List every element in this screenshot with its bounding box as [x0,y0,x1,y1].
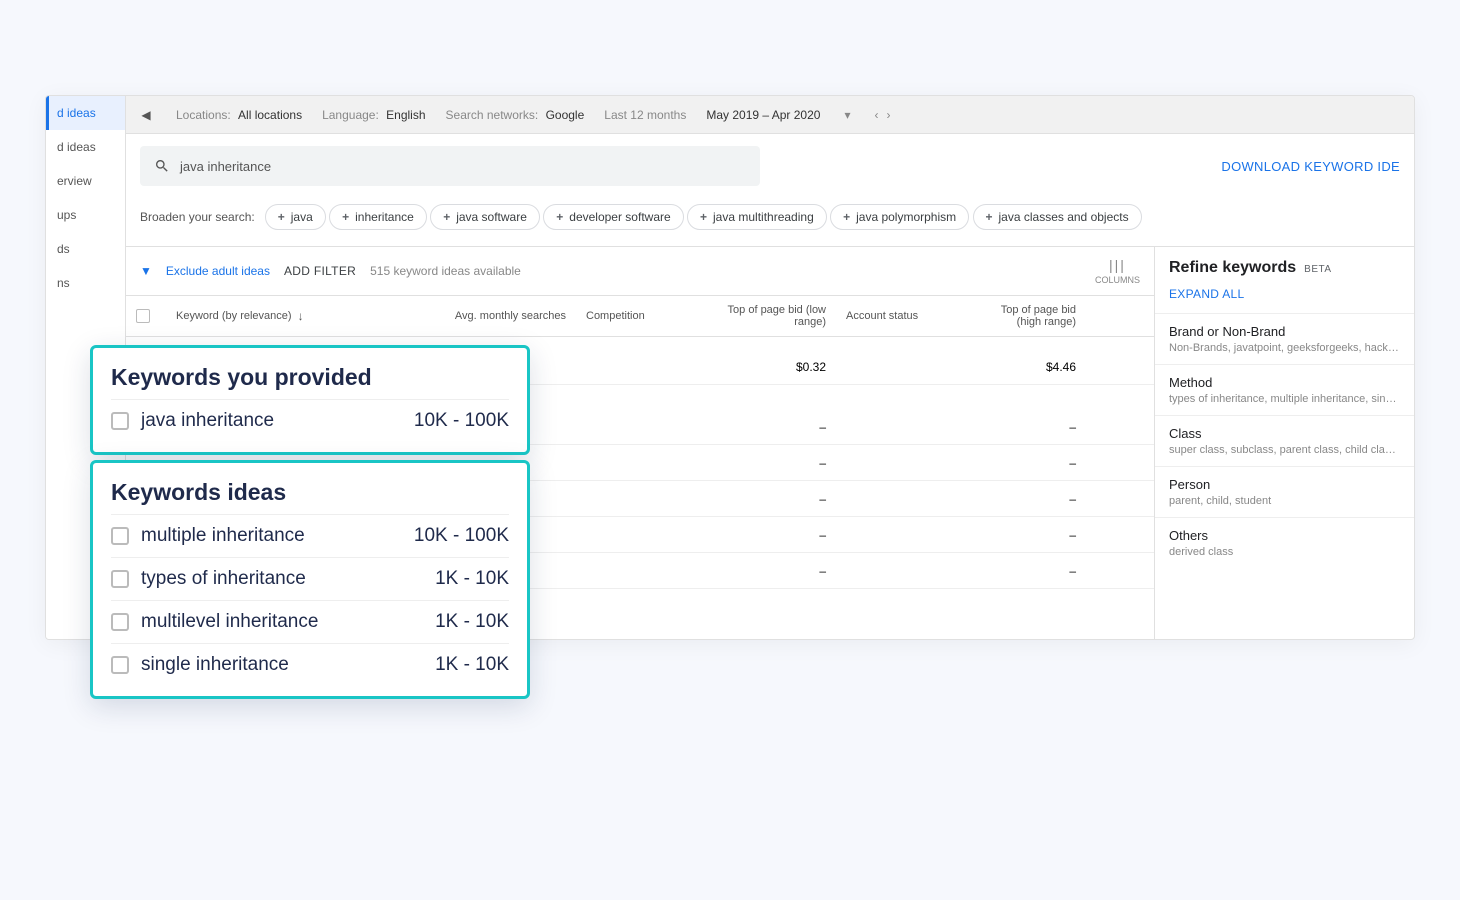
locations-filter[interactable]: Locations: All locations [176,108,302,122]
broaden-label: Broaden your search: [140,210,255,224]
broaden-chip[interactable]: +developer software [543,204,683,230]
broaden-chip[interactable]: +java classes and objects [973,204,1142,230]
refine-group[interactable]: Methodtypes of inheritance, multiple inh… [1155,364,1414,415]
chevron-down-icon[interactable]: ▾ [844,108,850,122]
callout-row: single inheritance 1K - 10K [111,643,509,686]
plus-icon: + [843,210,850,224]
plus-icon: + [443,210,450,224]
back-icon[interactable]: ◀ [136,108,156,122]
keyword-text: java inheritance [141,410,402,432]
select-all-checkbox[interactable] [136,309,150,323]
keyword-text: single inheritance [141,654,423,676]
plus-icon: + [278,210,285,224]
col-competition[interactable]: Competition [576,296,696,336]
ideas-available-count: 515 keyword ideas available [370,264,521,278]
keyword-text: types of inheritance [141,568,423,590]
sidebar-item[interactable]: d ideas [46,130,125,164]
filter-icon[interactable]: ▼ [140,264,152,278]
expand-all-button[interactable]: EXPAND ALL [1155,281,1414,313]
refine-group[interactable]: Othersderived class [1155,517,1414,568]
language-filter[interactable]: Language: English [322,108,425,122]
callout-title: Keywords ideas [111,479,509,506]
refine-title: Refine keywords [1169,259,1296,277]
search-volume: 10K - 100K [414,525,509,547]
plus-icon: + [986,210,993,224]
filter-row: ▼ Exclude adult ideas ADD FILTER 515 key… [126,247,1154,295]
plus-icon: + [342,210,349,224]
sidebar-item[interactable]: ns [46,266,125,300]
checkbox[interactable] [111,570,129,588]
callout-row: multiple inheritance 10K - 100K [111,514,509,557]
next-period-icon[interactable]: › [886,108,890,122]
search-volume: 1K - 10K [435,568,509,590]
col-keyword[interactable]: Keyword (by relevance)↓ [166,296,416,336]
broaden-chip[interactable]: +java [265,204,326,230]
search-volume: 10K - 100K [414,410,509,432]
search-input[interactable]: java inheritance [140,146,760,186]
callout-title: Keywords you provided [111,364,509,391]
broaden-chip[interactable]: +java software [430,204,540,230]
date-range[interactable]: May 2019 – Apr 2020 [706,108,820,122]
columns-button[interactable]: ||| COLUMNS [1095,257,1140,285]
col-low-bid[interactable]: Top of page bid (low range) [696,296,836,336]
table-header: Keyword (by relevance)↓ Avg. monthly sea… [126,295,1154,337]
refine-group[interactable]: Brand or Non-BrandNon-Brands, javatpoint… [1155,313,1414,364]
search-row: java inheritance DOWNLOAD KEYWORD IDE [126,134,1414,198]
sidebar-item[interactable]: d ideas [46,96,125,130]
callout-row: types of inheritance 1K - 10K [111,557,509,600]
callout-keywords-provided: Keywords you provided java inheritance 10… [90,345,530,455]
sort-down-icon: ↓ [298,309,304,323]
search-icon [154,158,170,174]
checkbox[interactable] [111,613,129,631]
prev-period-icon[interactable]: ‹ [874,108,878,122]
callout-row: java inheritance 10K - 100K [111,399,509,442]
sidebar-item[interactable]: erview [46,164,125,198]
period-label: Last 12 months [604,108,686,122]
checkbox[interactable] [111,412,129,430]
col-avg-searches[interactable]: Avg. monthly searches [416,296,576,336]
search-volume: 1K - 10K [435,611,509,633]
beta-badge: BETA [1304,264,1331,275]
refine-group[interactable]: Personparent, child, student [1155,466,1414,517]
networks-filter[interactable]: Search networks: Google [446,108,585,122]
search-query: java inheritance [180,159,271,174]
refine-group[interactable]: Classsuper class, subclass, parent class… [1155,415,1414,466]
keyword-text: multiple inheritance [141,525,402,547]
checkbox[interactable] [111,656,129,674]
plus-icon: + [700,210,707,224]
keyword-text: multilevel inheritance [141,611,423,633]
broaden-chip[interactable]: +java polymorphism [830,204,969,230]
search-volume: 1K - 10K [435,654,509,676]
refine-panel: Refine keywords BETA EXPAND ALL Brand or… [1154,247,1414,639]
columns-icon: ||| [1109,257,1126,273]
broaden-chip[interactable]: +java multithreading [687,204,827,230]
col-high-bid[interactable]: Top of page bid (high range) [966,296,1086,336]
sidebar-item[interactable]: ups [46,198,125,232]
col-account-status[interactable]: Account status [836,296,966,336]
plus-icon: + [556,210,563,224]
callout-keyword-ideas: Keywords ideas multiple inheritance 10K -… [90,460,530,699]
topbar: ◀ Locations: All locations Language: Eng… [126,96,1414,134]
broaden-chip[interactable]: +inheritance [329,204,427,230]
broaden-search-row: Broaden your search: +java +inheritance … [126,198,1414,247]
add-filter-button[interactable]: ADD FILTER [284,264,356,278]
exclude-adult-toggle[interactable]: Exclude adult ideas [166,264,270,278]
callout-row: multilevel inheritance 1K - 10K [111,600,509,643]
checkbox[interactable] [111,527,129,545]
download-keywords-button[interactable]: DOWNLOAD KEYWORD IDE [1221,159,1400,174]
sidebar-item[interactable]: ds [46,232,125,266]
